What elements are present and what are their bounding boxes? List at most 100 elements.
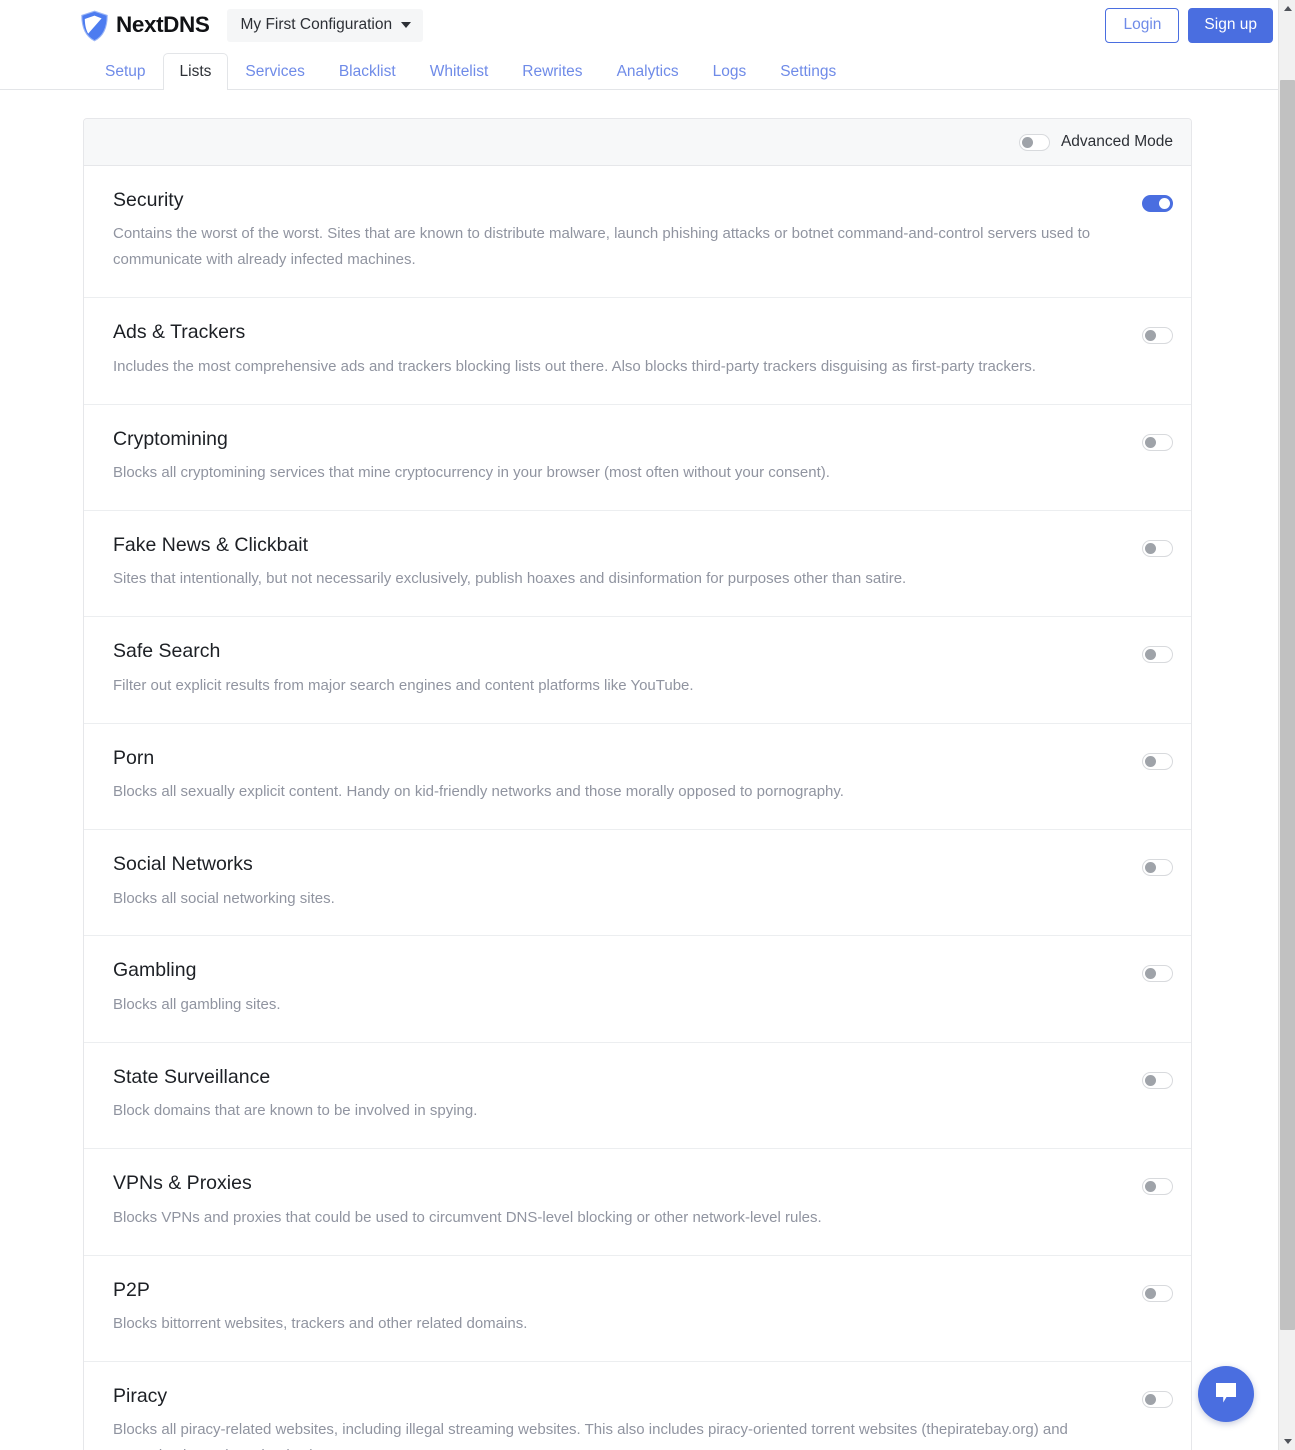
toggle-safe-search[interactable] xyxy=(1142,646,1173,664)
toggle-knob xyxy=(1145,862,1156,874)
list-row-description: Blocks VPNs and proxies that could be us… xyxy=(113,1208,822,1226)
list-row-title: State Surveillance xyxy=(113,1065,271,1088)
list-row: Gambling Blocks all gambling sites. xyxy=(84,936,1191,1043)
list-row: Ads & Trackers Includes the most comprehe… xyxy=(84,298,1191,405)
toggle-vpns-proxies[interactable] xyxy=(1142,1178,1173,1196)
toggle-state-surveillance[interactable] xyxy=(1142,1071,1173,1089)
card-header: Advanced Mode xyxy=(84,119,1191,166)
scroll-down-arrow-icon[interactable] xyxy=(1279,1433,1295,1450)
toggle-ads-trackers[interactable] xyxy=(1142,327,1173,345)
toggle-knob xyxy=(1021,136,1033,148)
list-row-title: VPNs & Proxies xyxy=(113,1172,252,1195)
list-row: Security Contains the worst of the worst.… xyxy=(84,166,1191,299)
list-row-description: Blocks all social networking sites. xyxy=(113,889,335,907)
list-row-title: P2P xyxy=(113,1278,150,1301)
list-row-title: Cryptomining xyxy=(113,427,228,450)
advanced-mode-toggle[interactable] xyxy=(1018,133,1050,151)
toggle-knob xyxy=(1145,1287,1156,1299)
list-row-title: Social Networks xyxy=(113,853,253,876)
list-row: Social Networks Blocks all social network… xyxy=(84,830,1191,937)
toggle-porn[interactable] xyxy=(1142,752,1173,770)
chat-bubble-icon xyxy=(1213,1381,1239,1408)
list-row: Safe Search Filter out explicit results f… xyxy=(84,617,1191,724)
auth-actions: Login Sign up xyxy=(1105,8,1273,43)
advanced-mode-control[interactable]: Advanced Mode xyxy=(1018,133,1173,151)
list-row-description: Sites that intentionally, but not necess… xyxy=(113,570,907,588)
list-row: Fake News & Clickbait Sites that intentio… xyxy=(84,511,1191,618)
brand-name: NextDNS xyxy=(116,12,210,38)
list-row-description: Contains the worst of the worst. Sites t… xyxy=(113,225,1091,269)
toggle-knob xyxy=(1145,755,1156,767)
toggle-p2p[interactable] xyxy=(1142,1284,1173,1302)
tab-logs[interactable]: Logs xyxy=(696,53,764,90)
list-row: VPNs & Proxies Blocks VPNs and proxies th… xyxy=(84,1149,1191,1256)
tab-settings[interactable]: Settings xyxy=(763,53,853,90)
list-row-description: Blocks all gambling sites. xyxy=(113,995,281,1013)
list-row-text: VPNs & Proxies Blocks VPNs and proxies th… xyxy=(113,1172,1139,1230)
toggle-knob xyxy=(1145,1393,1156,1405)
scrollbar-thumb[interactable] xyxy=(1280,80,1295,1330)
list-row: Porn Blocks all sexually explicit content… xyxy=(84,724,1191,831)
configuration-selector[interactable]: My First Configuration xyxy=(227,9,424,42)
list-row-toggle-cell xyxy=(1139,640,1173,664)
list-row-toggle-cell xyxy=(1139,747,1173,770)
tab-rewrites[interactable]: Rewrites xyxy=(505,53,599,90)
list-row: Cryptomining Blocks all cryptomining serv… xyxy=(84,405,1191,512)
list-row-toggle-cell xyxy=(1139,534,1173,558)
lists-card: Advanced Mode Security Contains the worst… xyxy=(83,118,1192,1450)
list-row-title: Porn xyxy=(113,746,155,769)
list-row-title: Safe Search xyxy=(113,640,221,663)
list-row-text: Piracy Blocks all piracy-related websites… xyxy=(113,1385,1139,1450)
page-scrollbar[interactable] xyxy=(1278,0,1295,1450)
toggle-cryptomining[interactable] xyxy=(1142,433,1173,451)
tab-analytics[interactable]: Analytics xyxy=(600,53,696,90)
toggle-knob xyxy=(1145,968,1156,980)
toggle-knob xyxy=(1145,1074,1156,1086)
signup-button[interactable]: Sign up xyxy=(1188,8,1273,43)
toggle-fake-news-clickbait[interactable] xyxy=(1142,540,1173,558)
list-row-text: Fake News & Clickbait Sites that intentio… xyxy=(113,534,1139,592)
scroll-up-arrow-icon[interactable] xyxy=(1279,0,1295,17)
list-row-title: Piracy xyxy=(113,1384,168,1407)
list-row-toggle-cell xyxy=(1139,1279,1173,1302)
list-row: Piracy Blocks all piracy-related websites… xyxy=(84,1362,1191,1450)
list-row-toggle-cell xyxy=(1139,1385,1173,1408)
toggle-knob xyxy=(1145,543,1156,555)
list-row-title: Security xyxy=(113,189,184,211)
list-row-description: Blocks all cryptomining services that mi… xyxy=(113,464,830,482)
list-row-description: Blocks all piracy-related websites, incl… xyxy=(113,1421,1068,1450)
list-row-toggle-cell xyxy=(1139,428,1173,451)
toggle-social-networks[interactable] xyxy=(1142,859,1173,877)
login-button[interactable]: Login xyxy=(1105,8,1180,43)
advanced-mode-label: Advanced Mode xyxy=(1060,133,1173,151)
list-row-toggle-cell xyxy=(1139,321,1173,345)
list-row-text: Ads & Trackers Includes the most comprehe… xyxy=(113,321,1139,379)
toggle-knob xyxy=(1145,649,1156,661)
list-row-toggle-cell xyxy=(1139,1066,1173,1089)
list-row-description: Block domains that are known to be invol… xyxy=(113,1102,478,1120)
chat-support-button[interactable] xyxy=(1198,1366,1254,1422)
toggle-security[interactable] xyxy=(1142,195,1173,212)
tab-blacklist[interactable]: Blacklist xyxy=(322,53,413,90)
tab-services[interactable]: Services xyxy=(228,53,321,90)
list-row-toggle-cell xyxy=(1139,1172,1173,1196)
lists-rows: Security Contains the worst of the worst.… xyxy=(84,166,1191,1450)
list-row-title: Gambling xyxy=(113,959,197,982)
list-row-toggle-cell xyxy=(1139,959,1173,983)
list-row: State Surveillance Block domains that are… xyxy=(84,1043,1191,1150)
top-bar: NextDNS My First Configuration Login Sig… xyxy=(0,0,1295,51)
tab-lists[interactable]: Lists xyxy=(162,52,229,90)
tab-whitelist[interactable]: Whitelist xyxy=(413,53,506,90)
list-row-toggle-cell xyxy=(1139,189,1173,212)
list-row-text: P2P Blocks bittorrent websites, trackers … xyxy=(113,1279,1139,1337)
toggle-piracy[interactable] xyxy=(1142,1390,1173,1408)
main-tabs: Setup Lists Services Blacklist Whitelist Rewr… xyxy=(0,51,1295,90)
list-row-text: Gambling Blocks all gambling sites. xyxy=(113,959,1139,1017)
tab-setup[interactable]: Setup xyxy=(88,53,163,90)
toggle-knob xyxy=(1145,1181,1156,1193)
list-row-text: Safe Search Filter out explicit results f… xyxy=(113,640,1139,698)
list-row-description: Includes the most comprehensive ads and … xyxy=(113,357,1036,375)
toggle-gambling[interactable] xyxy=(1142,965,1173,983)
brand-logo-link[interactable]: NextDNS xyxy=(80,10,210,42)
chevron-down-icon xyxy=(401,22,412,28)
